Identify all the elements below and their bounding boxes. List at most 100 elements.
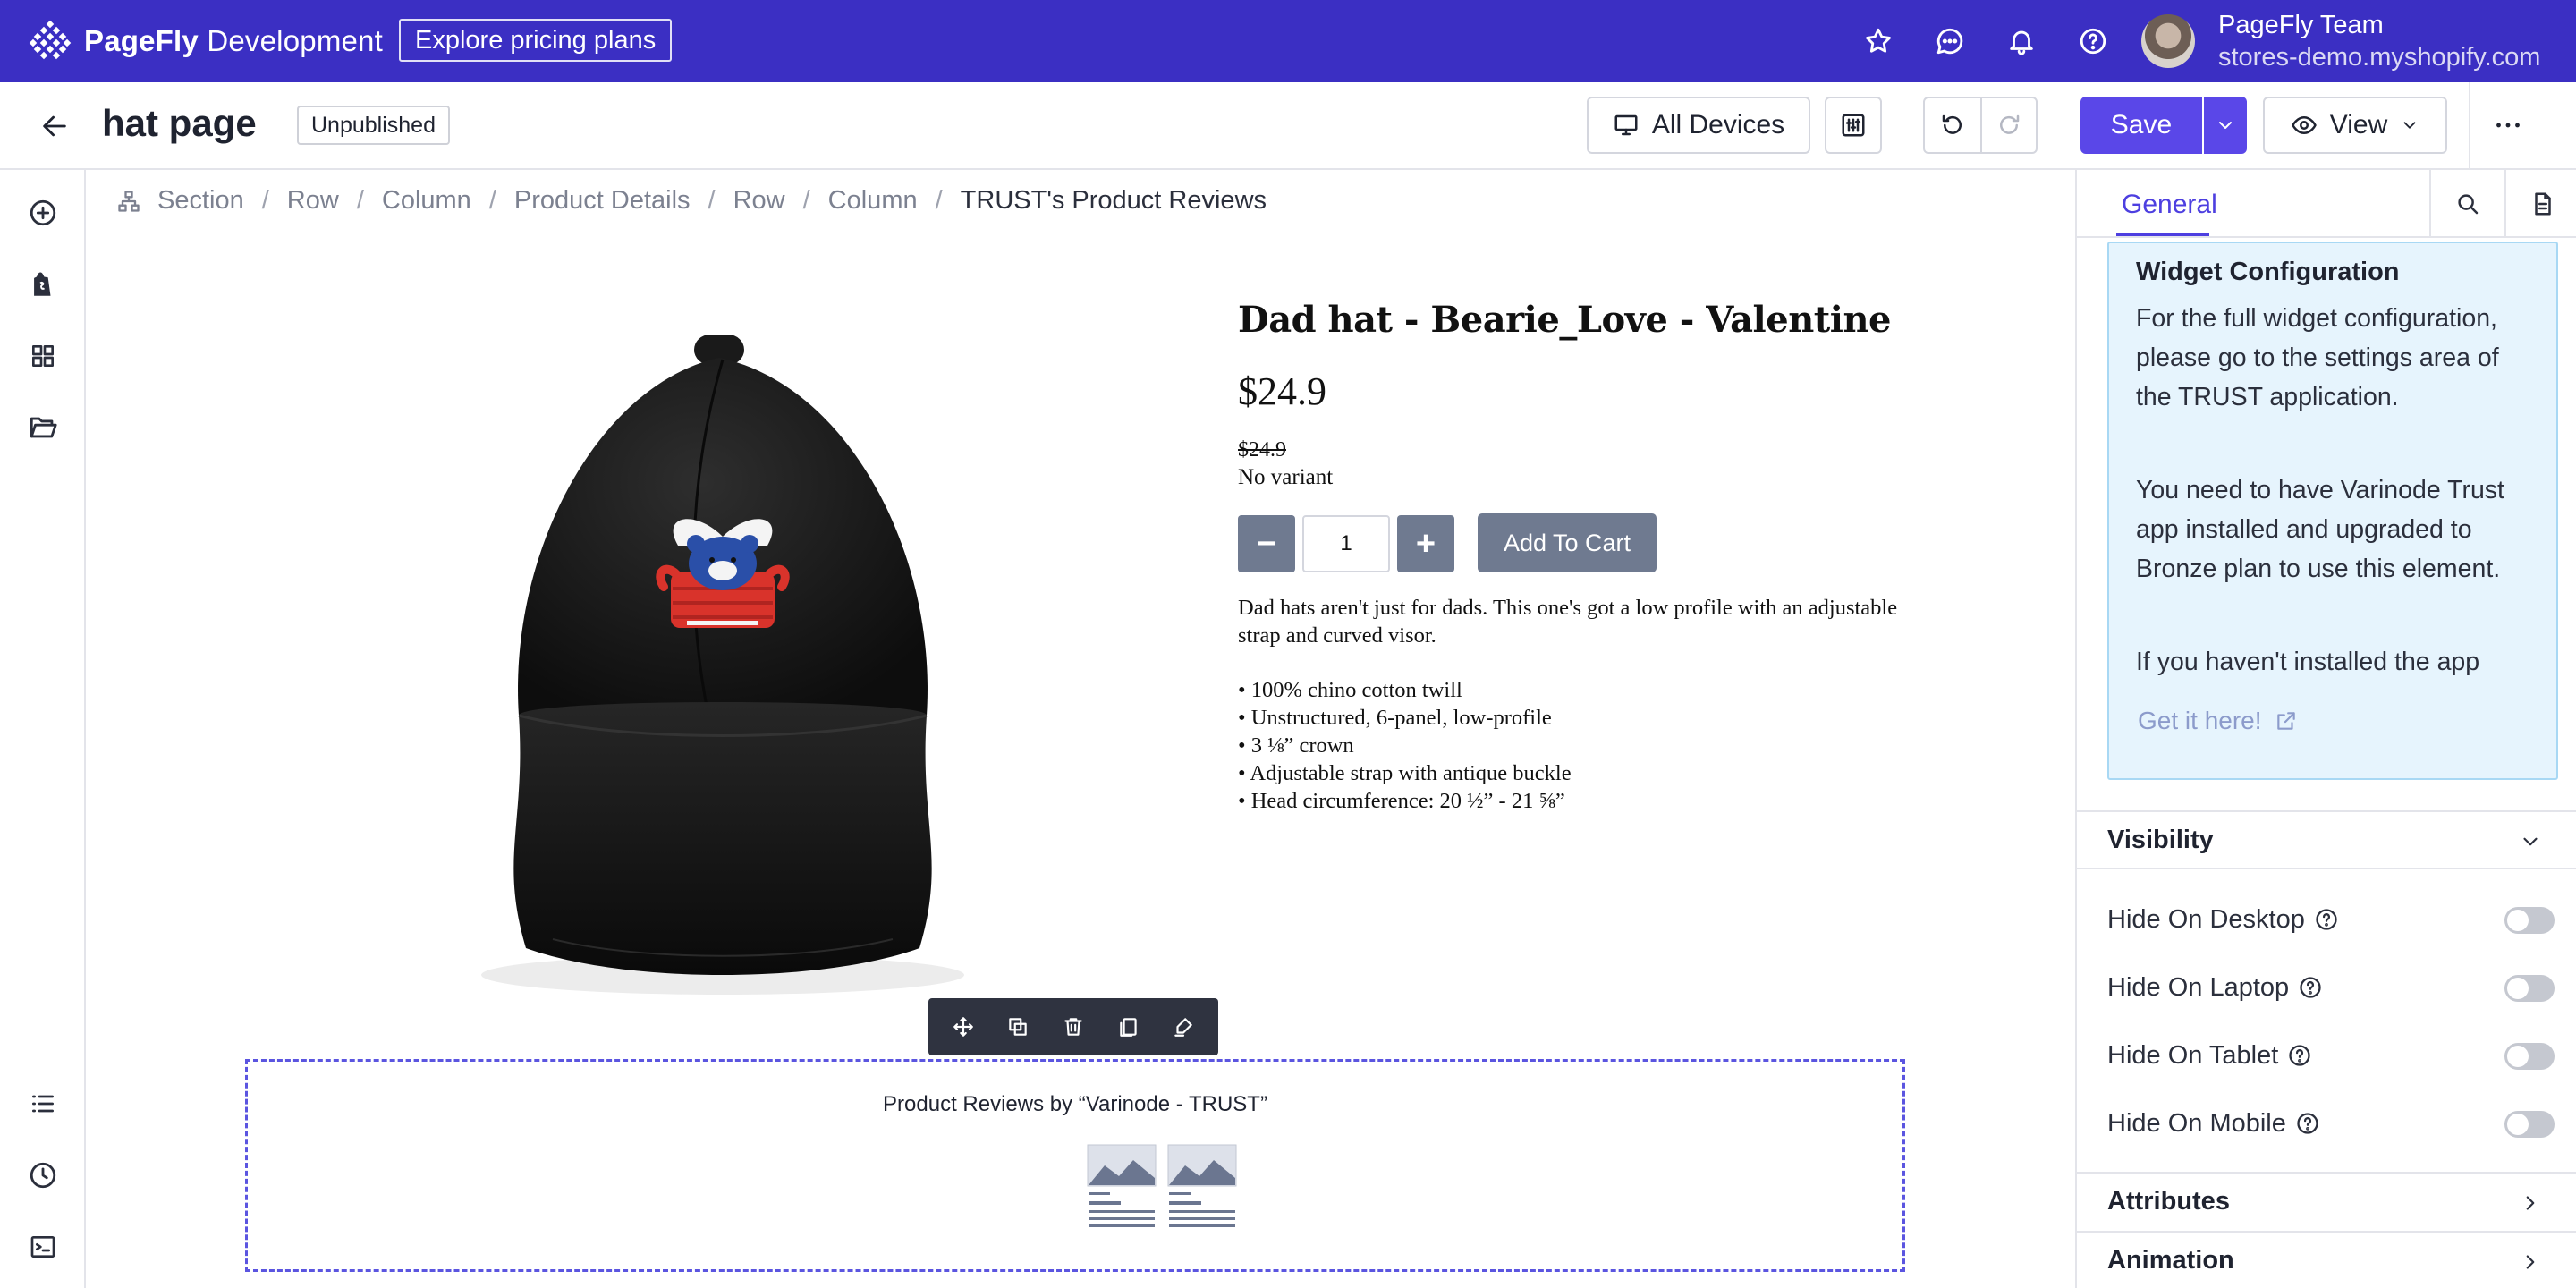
quantity-decrease-button[interactable]: − [1238, 515, 1295, 572]
code-button[interactable] [23, 1227, 63, 1267]
get-app-link[interactable]: Get it here! [2138, 707, 2298, 735]
pagefly-logo[interactable]: PageFly Development [29, 20, 383, 63]
more-horizontal-icon [2496, 123, 2520, 128]
copy-button[interactable] [1111, 1009, 1147, 1045]
breadcrumb-separator: / [802, 186, 810, 215]
widget-config-text: For the full widget configuration, pleas… [2136, 304, 2499, 411]
breadcrumb-separator: / [708, 186, 716, 215]
help-icon[interactable] [2287, 1043, 2312, 1068]
quantity-input[interactable]: 1 [1302, 515, 1390, 572]
templates-button[interactable] [23, 336, 63, 376]
product-description[interactable]: Dad hats aren't just for dads. This one'… [1238, 594, 1900, 649]
star-icon[interactable] [1859, 21, 1898, 61]
animation-title: Animation [2107, 1245, 2234, 1275]
breadcrumb-item[interactable]: Section [157, 186, 244, 216]
settings-sliders-button[interactable] [1825, 97, 1882, 154]
store-url: stores-demo.myshopify.com [2218, 43, 2541, 72]
breadcrumb: Section / Row / Column / Product Details / R… [116, 186, 1267, 216]
product-features[interactable]: • 100% chino cotton twill • Unstructured… [1238, 676, 1572, 815]
all-devices-button[interactable]: All Devices [1587, 97, 1810, 154]
visibility-section-header[interactable]: Visibility [2077, 810, 2576, 868]
breadcrumb-item[interactable]: Column [382, 186, 471, 216]
compare-price[interactable]: $24.9 [1238, 438, 1286, 462]
chevron-down-icon [2403, 122, 2416, 129]
inspector-tabs: General [2077, 170, 2576, 238]
view-button[interactable]: View [2263, 97, 2447, 154]
breadcrumb-item[interactable]: Column [828, 186, 918, 216]
plus-circle-icon [30, 199, 56, 226]
widget-config-text: You need to have Varinode Trust app inst… [2136, 476, 2504, 583]
hide-on-laptop-toggle[interactable] [2504, 975, 2555, 1002]
product-image[interactable] [419, 322, 1027, 1002]
help-icon[interactable] [2298, 975, 2323, 1000]
breadcrumb-item[interactable]: Product Details [514, 186, 691, 216]
bell-icon[interactable] [2002, 21, 2041, 61]
help-icon[interactable] [2073, 21, 2113, 61]
list-item: • 3 ⅛” crown [1238, 733, 1354, 758]
hide-on-tablet-toggle[interactable] [2504, 1043, 2555, 1070]
style-button[interactable] [1165, 1009, 1201, 1045]
tab-document[interactable] [2504, 170, 2576, 238]
pages-button[interactable] [23, 408, 63, 447]
layers-button[interactable] [23, 1084, 63, 1123]
shopify-bag-icon [34, 272, 51, 296]
help-icon[interactable] [2295, 1111, 2320, 1136]
attributes-title: Attributes [2107, 1186, 2230, 1216]
explore-pricing-button[interactable]: Explore pricing plans [399, 19, 673, 62]
breadcrumb-item[interactable]: Row [733, 186, 785, 216]
status-badge: Unpublished [297, 106, 450, 145]
animation-section-header[interactable]: Animation [2077, 1231, 2576, 1288]
more-options-button[interactable] [2492, 109, 2524, 141]
hide-on-mobile-row: Hide On Mobile [2107, 1102, 2555, 1145]
hide-on-laptop-row: Hide On Laptop [2107, 966, 2555, 1009]
duplicate-button[interactable] [1000, 1009, 1036, 1045]
chevron-down-icon [2219, 122, 2232, 129]
history-button[interactable] [23, 1156, 63, 1195]
redo-button[interactable] [1979, 98, 2036, 152]
external-link-icon [2276, 712, 2295, 730]
duplicate-icon [1009, 1018, 1028, 1036]
back-button[interactable] [39, 111, 70, 141]
chat-icon[interactable] [1930, 21, 1970, 61]
product-title[interactable]: Dad hat - Bearie_Love - Valentine [1238, 299, 1891, 341]
move-handle[interactable] [945, 1009, 981, 1045]
list-item: • Adjustable strap with antique buckle [1238, 761, 1572, 785]
product-price[interactable]: $24.9 [1238, 369, 1326, 414]
save-options-button[interactable] [2204, 97, 2247, 154]
product-reviews-widget[interactable]: Product Reviews by “Varinode - TRUST” [245, 1059, 1905, 1272]
copy-icon [1119, 1018, 1137, 1037]
breadcrumb-separator: / [488, 186, 496, 215]
trash-icon [1064, 1018, 1082, 1036]
save-button[interactable]: Save [2080, 97, 2202, 154]
add-element-button[interactable] [23, 193, 63, 233]
view-label: View [2329, 110, 2388, 140]
tab-search[interactable] [2429, 170, 2504, 238]
undo-button[interactable] [1925, 98, 1980, 152]
page-title[interactable]: hat page [102, 102, 257, 145]
editor-canvas[interactable]: Dad hat - Bearie_Love - Valentine $24.9 … [88, 238, 2075, 1288]
variant-selector[interactable]: No variant [1238, 465, 1333, 490]
avatar[interactable] [2141, 14, 2195, 68]
reviews-widget-title: Product Reviews by “Varinode - TRUST” [883, 1092, 1267, 1116]
quantity-increase-button[interactable]: + [1397, 515, 1454, 572]
add-to-cart-button[interactable]: Add To Cart [1478, 513, 1657, 572]
top-bar: PageFly Development Explore pricing plan… [0, 0, 2576, 82]
review-placeholder-icon [1167, 1144, 1237, 1227]
account-info[interactable]: PageFly Team stores-demo.myshopify.com [2218, 9, 2540, 73]
delete-button[interactable] [1055, 1009, 1091, 1045]
tab-general[interactable]: General [2122, 190, 2217, 220]
redo-icon [2000, 114, 2020, 134]
breadcrumb-item[interactable]: Row [287, 186, 339, 216]
shopify-button[interactable] [23, 265, 63, 304]
hide-on-desktop-toggle[interactable] [2504, 907, 2555, 934]
clock-icon [30, 1162, 56, 1189]
hide-on-mobile-toggle[interactable] [2504, 1111, 2555, 1138]
list-icon [32, 1095, 54, 1113]
help-icon[interactable] [2314, 907, 2339, 932]
breadcrumb-separator: / [935, 186, 943, 215]
chevron-down-icon [2523, 837, 2538, 846]
inspector-panel: General Widget Configuration For the ful… [2075, 170, 2576, 1288]
attributes-section-header[interactable]: Attributes [2077, 1172, 2576, 1229]
review-placeholder-icon [1087, 1144, 1157, 1227]
chevron-right-icon [2526, 1255, 2535, 1269]
